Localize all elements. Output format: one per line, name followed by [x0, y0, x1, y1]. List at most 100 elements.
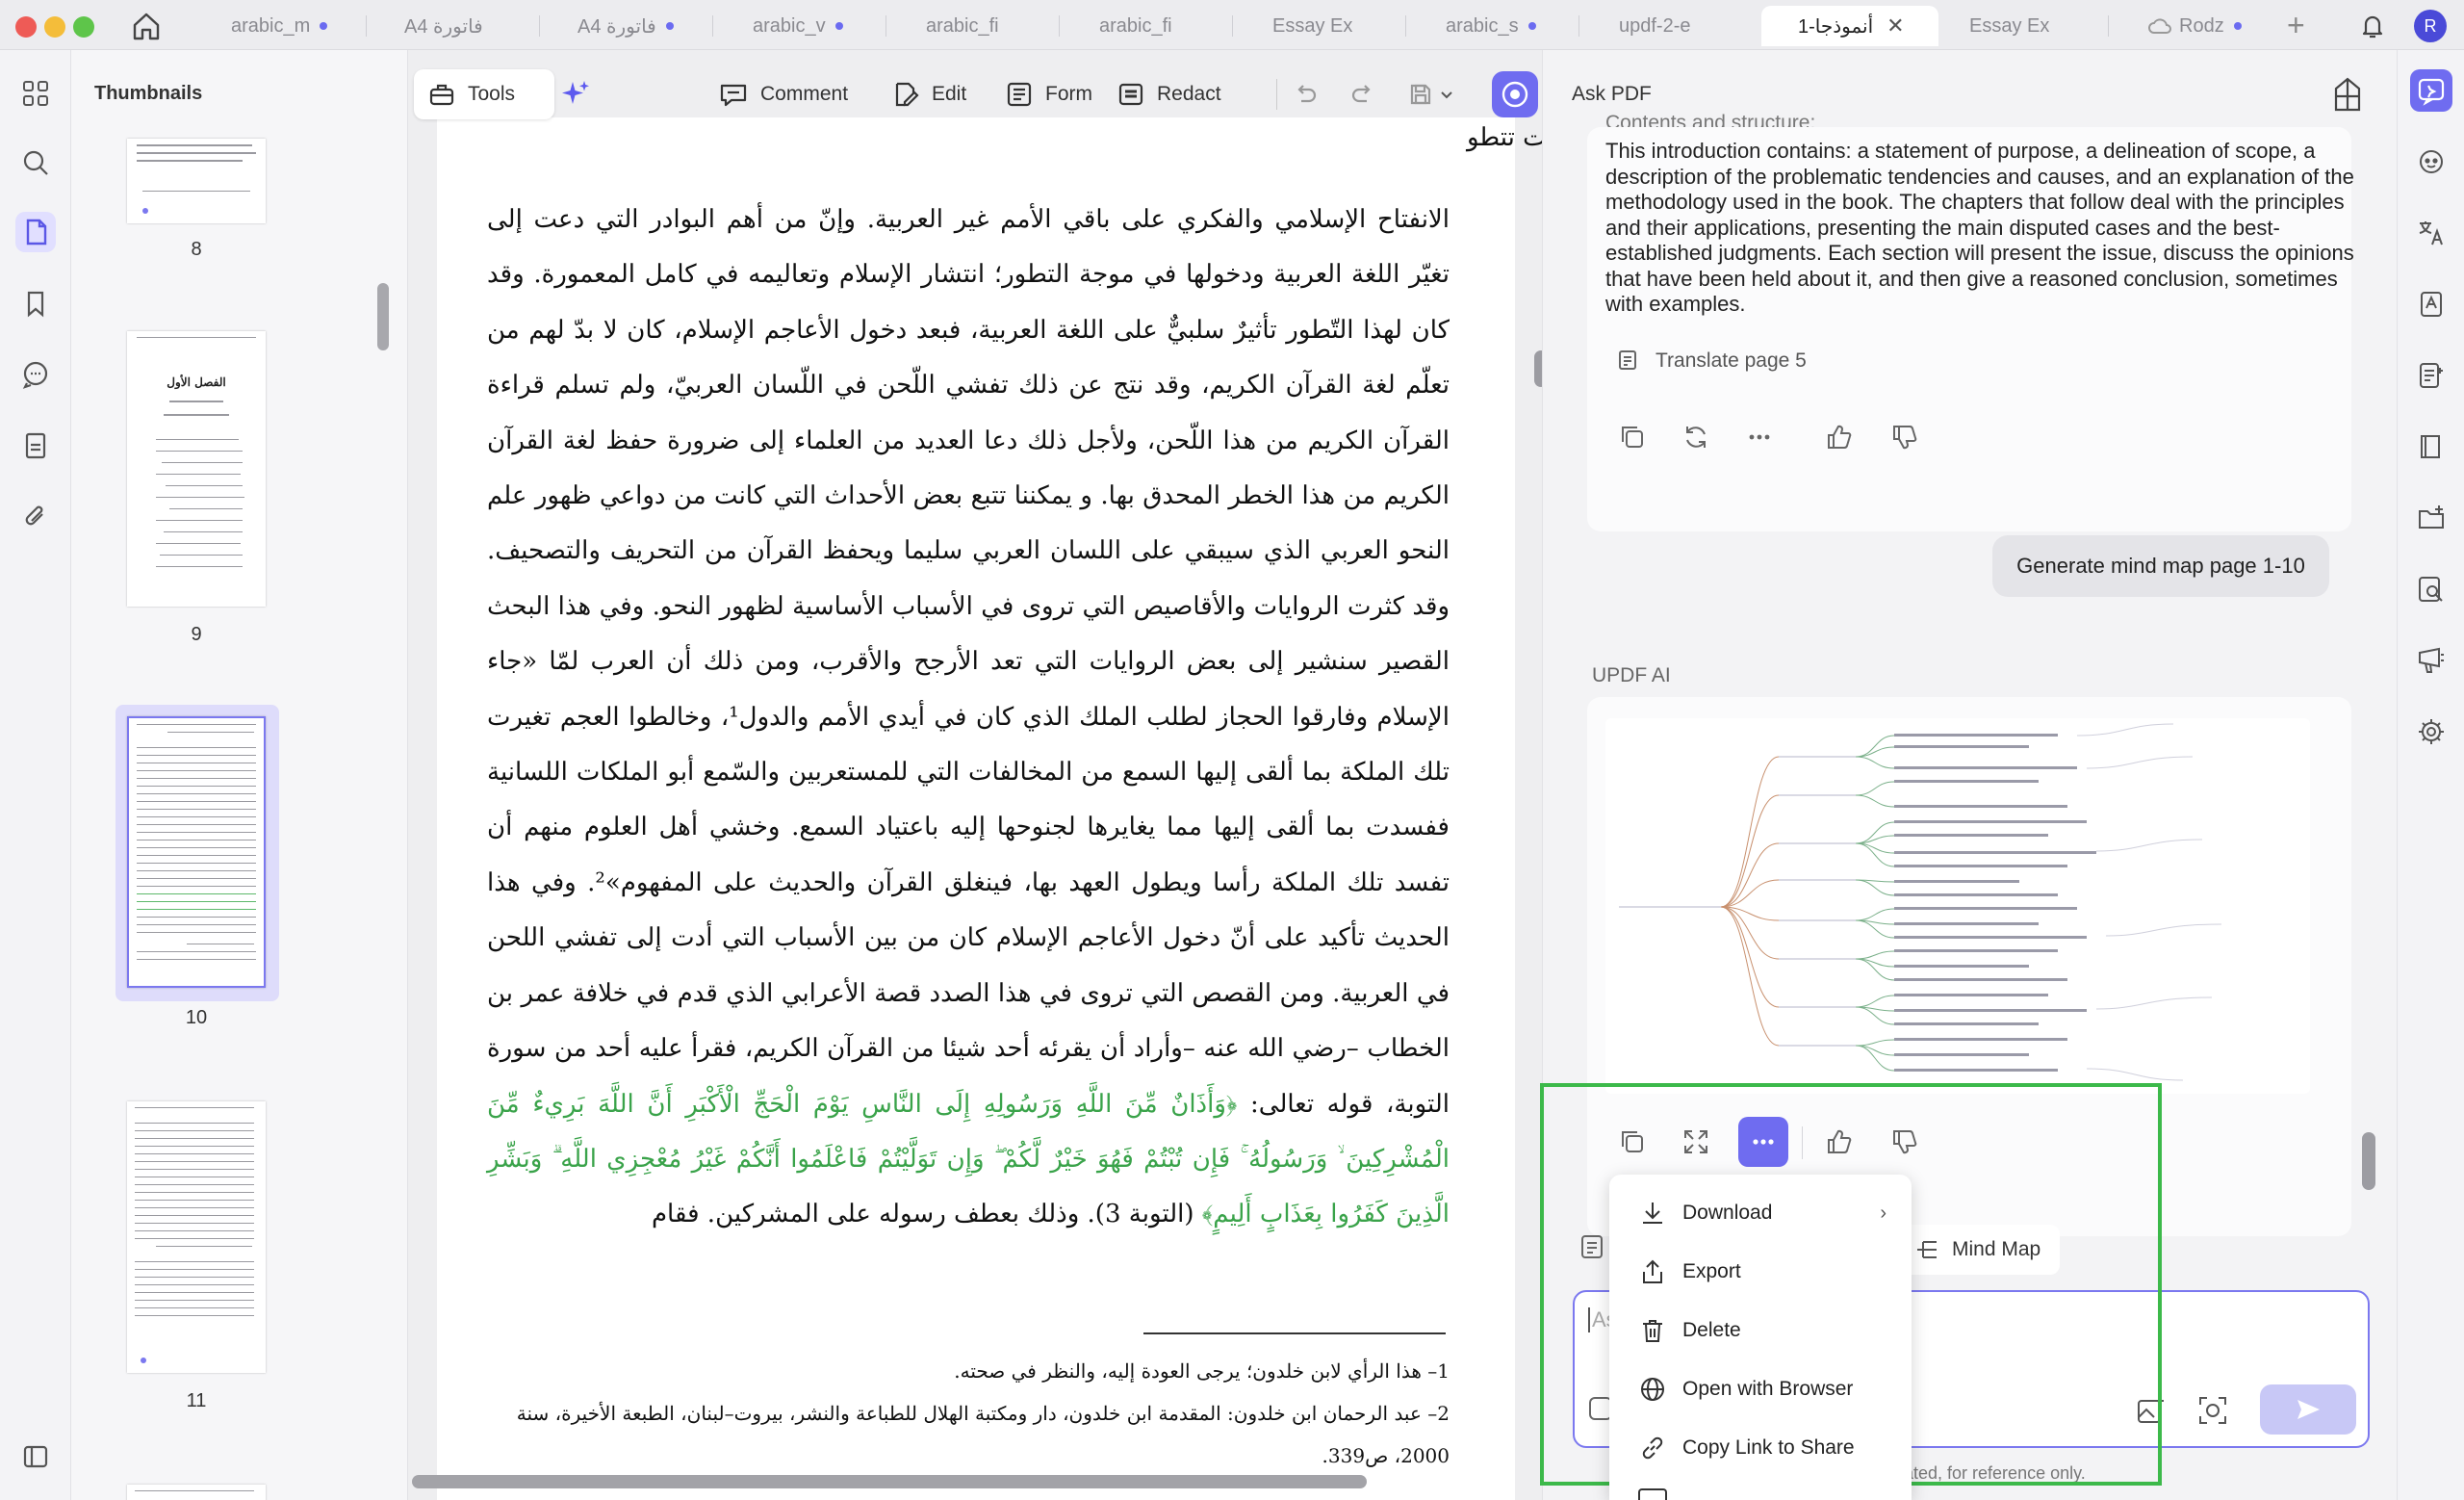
form-icon: [1007, 82, 1032, 107]
body-paragraph-continued: (التوبة 3). وذلك بعطف رسوله على المشركين…: [651, 1200, 1202, 1229]
comment-icon[interactable]: [15, 354, 56, 395]
document-vertical-scrollbar[interactable]: [1534, 350, 1542, 387]
ocr-icon[interactable]: [2410, 283, 2452, 325]
tab[interactable]: arabic_fi: [897, 6, 1068, 46]
redact-button[interactable]: Redact: [1103, 69, 1235, 119]
bell-icon[interactable]: [2358, 12, 2387, 45]
cloud-icon: [2148, 18, 2171, 34]
summarize-icon[interactable]: [2410, 354, 2452, 397]
thumbs-down-icon[interactable]: [1885, 418, 1923, 456]
thumbnail-page-8[interactable]: [127, 139, 266, 223]
maximize-window-button[interactable]: [73, 16, 94, 38]
document-horizontal-scrollbar[interactable]: [412, 1475, 1367, 1488]
thumbnail-page-12[interactable]: [127, 1485, 266, 1500]
more-options-menu: Download › Export Delete Open with Brows…: [1609, 1175, 1912, 1500]
tools-label: Tools: [468, 83, 516, 105]
menu-item-delete[interactable]: Delete: [1609, 1302, 1912, 1359]
menu-item-partial-icon: [1638, 1488, 1667, 1500]
pdf-page[interactable]: ت تتطو الانفتاح الإسلامي والفكري على باق…: [437, 117, 1542, 1500]
panel-title: Thumbnails: [94, 83, 203, 104]
thumbnail-page-10[interactable]: [127, 716, 266, 988]
document-body[interactable]: الانفتاح الإسلامي والفكري على باقي الأمم…: [487, 193, 1450, 1243]
tools-button[interactable]: Tools: [414, 69, 554, 119]
avatar[interactable]: R: [2414, 10, 2447, 42]
bookmark-icon[interactable]: [15, 283, 56, 323]
footnotes: 1– هذا الرأي لابن خلدون؛ يرجى العودة إلي…: [487, 1350, 1450, 1477]
tab-label: arabic_v: [753, 14, 826, 37]
scan-search-icon[interactable]: [2410, 568, 2452, 610]
export-icon: [1643, 1259, 1662, 1283]
tab-active[interactable]: أنموذجا-1 ✕: [1761, 6, 1938, 46]
unsaved-dot-icon: [320, 22, 328, 30]
tab[interactable]: arabic_m: [202, 6, 373, 46]
ai-answer-text[interactable]: This introduction contains: a statement …: [1605, 139, 2375, 318]
menu-item-label: Download: [1682, 1202, 1773, 1224]
tab[interactable]: Essay Ex: [1940, 6, 2112, 46]
pin-icon[interactable]: [2328, 75, 2367, 118]
comment-label: Comment: [760, 83, 849, 105]
menu-item-label: Open with Browser: [1682, 1378, 1854, 1400]
screenshot-icon[interactable]: [2196, 1394, 2235, 1433]
menu-item-export[interactable]: Export: [1609, 1243, 1912, 1301]
page-title-fragment: ت تتطو: [1467, 123, 1542, 152]
tab-label: Rodz: [2179, 14, 2224, 37]
tab-label: arabic_fi: [1099, 14, 1172, 37]
tab[interactable]: arabic_s: [1417, 6, 1588, 46]
redo-icon[interactable]: [1344, 75, 1382, 114]
thumbnail-page-11[interactable]: [127, 1101, 266, 1373]
translate-page-link[interactable]: Translate page 5: [1617, 349, 1807, 374]
more-options-icon[interactable]: [1740, 418, 1779, 456]
close-window-button[interactable]: [15, 16, 37, 38]
regenerate-icon[interactable]: [1677, 418, 1715, 456]
menu-item-open-with-browser[interactable]: Open with Browser: [1609, 1360, 1912, 1418]
tab-label: Essay Ex: [1969, 14, 2050, 37]
folder-add-icon[interactable]: [2410, 497, 2452, 539]
new-tab-button[interactable]: +: [2287, 8, 2305, 43]
page-icon[interactable]: [15, 426, 56, 466]
tab-label: Essay Ex: [1272, 14, 1353, 37]
ai-sparkle-icon[interactable]: [556, 75, 595, 114]
ai-chat-icon[interactable]: [2410, 69, 2452, 112]
thumbnails-scrollbar[interactable]: [377, 283, 389, 350]
ai-assistant-icon: [1502, 81, 1528, 108]
thumbnails-icon[interactable]: [15, 212, 56, 252]
undo-icon[interactable]: [1286, 75, 1324, 114]
tab[interactable]: A4 فاتورة: [375, 6, 547, 46]
ask-pdf-scrollbar[interactable]: [2362, 1132, 2375, 1190]
search-icon[interactable]: [15, 142, 56, 183]
send-button[interactable]: [2260, 1384, 2356, 1435]
tab[interactable]: Essay Ex: [1244, 6, 1415, 46]
thumbnail-page-number: 10: [185, 1007, 208, 1028]
save-options-chevron-icon[interactable]: [1434, 75, 1459, 114]
edit-button[interactable]: Edit: [878, 69, 980, 119]
book-icon[interactable]: [2410, 426, 2452, 468]
right-tool-rail: [2397, 50, 2464, 1500]
form-button[interactable]: Form: [991, 69, 1106, 119]
translate-icon[interactable]: [2410, 212, 2452, 254]
tab[interactable]: A4 فاتورة: [549, 6, 720, 46]
ai-assistant-button[interactable]: [1492, 71, 1538, 117]
unsaved-dot-icon: [665, 22, 674, 30]
document-viewer: ت تتطو الانفتاح الإسلامي والفكري على باق…: [408, 50, 1542, 1500]
thumbnail-page-9[interactable]: الفصل الأول: [127, 331, 266, 607]
home-icon[interactable]: [127, 10, 166, 42]
grid-icon[interactable]: [15, 73, 56, 114]
settings-gear-icon[interactable]: [2410, 711, 2452, 753]
menu-item-label: Export: [1682, 1260, 1741, 1282]
mind-map-image[interactable]: [1605, 718, 2310, 1094]
thumbs-up-icon[interactable]: [1819, 418, 1858, 456]
menu-item-copy-link[interactable]: Copy Link to Share: [1609, 1419, 1912, 1477]
attachment-icon[interactable]: [15, 497, 56, 537]
minimize-window-button[interactable]: [44, 16, 65, 38]
tab[interactable]: arabic_fi: [1070, 6, 1242, 46]
menu-item-download[interactable]: Download ›: [1609, 1184, 1912, 1242]
ai-bot-icon[interactable]: [2410, 141, 2452, 183]
presentation-icon[interactable]: [2410, 639, 2452, 682]
tab[interactable]: arabic_v: [724, 6, 895, 46]
tab[interactable]: Rodz: [2118, 6, 2272, 46]
sidebar-toggle-icon[interactable]: [15, 1436, 56, 1477]
copy-icon[interactable]: [1613, 418, 1652, 456]
tab[interactable]: updf-2-e: [1590, 6, 1761, 46]
comment-button[interactable]: Comment: [705, 69, 861, 119]
close-tab-icon[interactable]: ✕: [1886, 13, 1904, 39]
